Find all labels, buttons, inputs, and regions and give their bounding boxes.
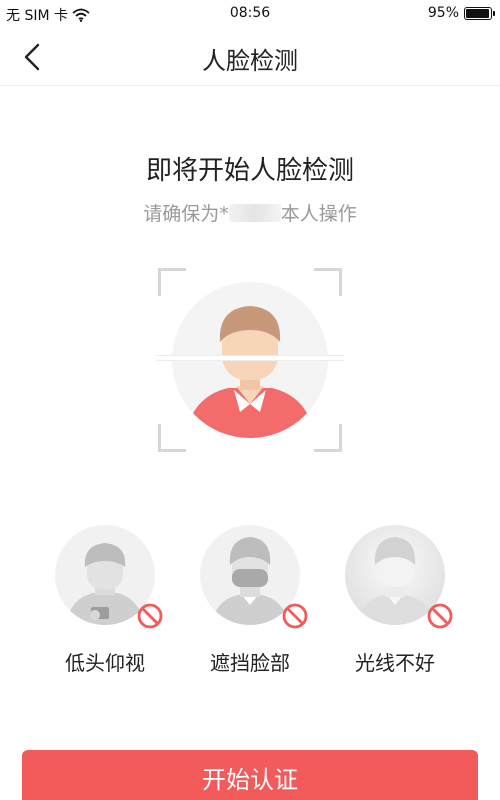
status-time: 08:56	[229, 5, 271, 21]
detection-title: 即将开始人脸检测	[145, 156, 354, 186]
detection-subtitle: 请确保为* 本人操作	[0, 199, 500, 226]
tips-row: 低头仰视 遮挡脸部 光线不好	[0, 523, 500, 683]
nav-bar: 人脸检测	[0, 28, 500, 86]
battery-fill	[466, 8, 489, 18]
prohibited-icon	[137, 603, 163, 629]
tip-face-covered: 遮挡脸部	[180, 523, 320, 676]
page-title: 人脸检测	[202, 47, 298, 75]
subtitle-prefix: 请确保为*	[143, 203, 229, 225]
tip-label: 低头仰视	[65, 651, 145, 675]
subtitle-suffix: 本人操作	[280, 203, 357, 225]
tip-figure	[343, 523, 453, 629]
tip-looking-down: 低头仰视	[35, 523, 175, 676]
battery-percent: 95%	[427, 5, 459, 21]
status-right: 95%	[427, 5, 495, 21]
start-verification-button[interactable]: 开始认证	[22, 750, 478, 800]
status-bar: 无 SIM 卡 08:56 95%	[0, 0, 500, 28]
tip-poor-lighting: 光线不好	[325, 523, 465, 676]
prohibited-icon	[427, 603, 453, 629]
tip-label: 光线不好	[355, 651, 435, 675]
prohibited-icon	[282, 603, 308, 629]
scan-line	[156, 356, 344, 360]
tip-label: 遮挡脸部	[210, 651, 290, 675]
masked-name	[228, 204, 281, 222]
face-scan-frame	[156, 268, 344, 452]
face-avatar-icon	[172, 282, 328, 438]
tip-figure	[198, 523, 308, 629]
tip-figure	[53, 523, 163, 629]
battery-icon	[464, 6, 495, 20]
